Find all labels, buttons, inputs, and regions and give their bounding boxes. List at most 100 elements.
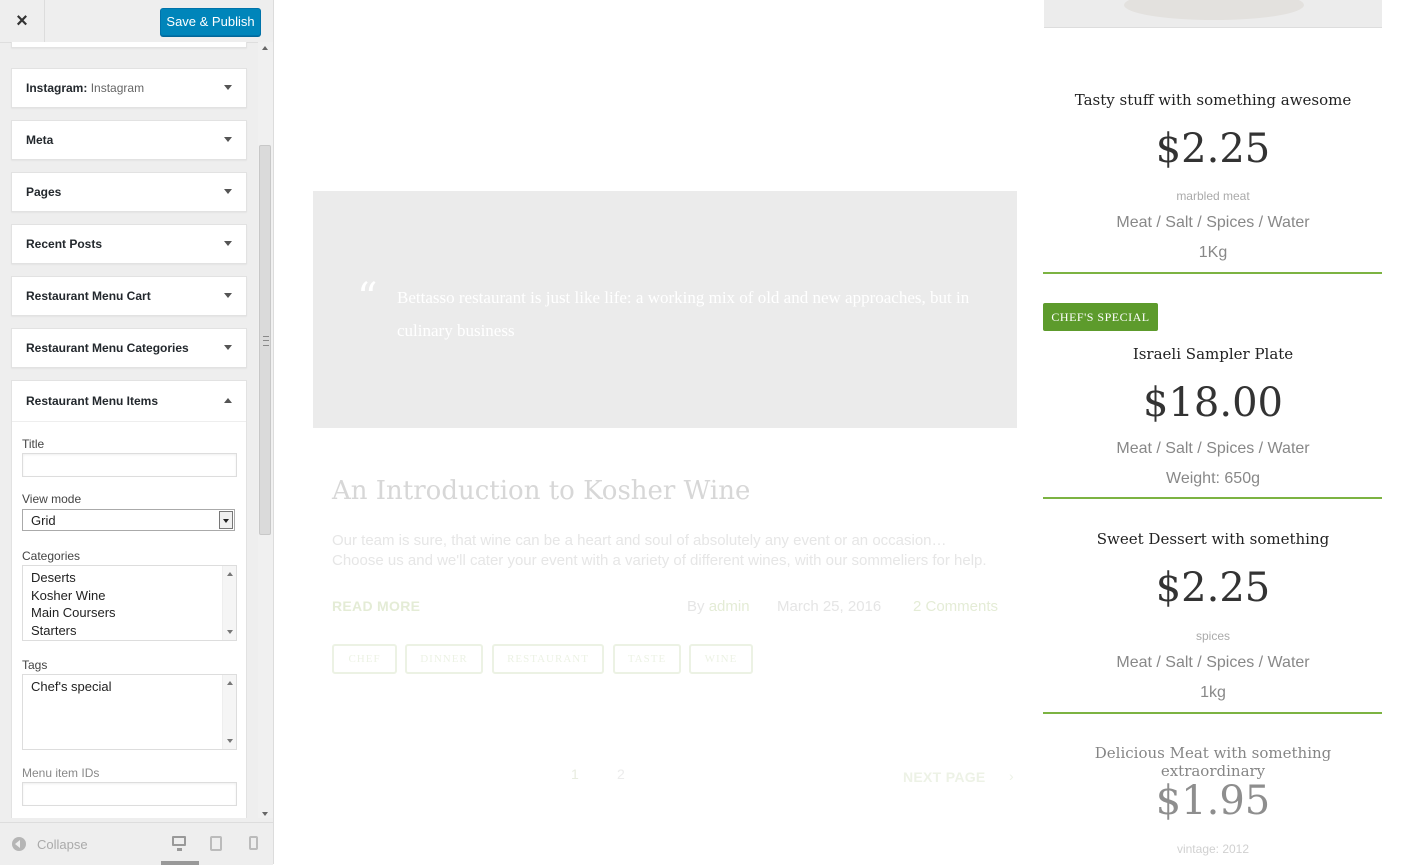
post-title[interactable]: An Introduction to Kosher Wine xyxy=(332,476,750,506)
chevron-up-icon[interactable] xyxy=(224,398,232,403)
widget-restaurant-menu-categories[interactable]: Restaurant Menu Categories xyxy=(11,328,247,368)
desktop-icon[interactable] xyxy=(172,836,186,851)
chevron-down-icon[interactable] xyxy=(224,241,232,246)
chevron-down-icon[interactable] xyxy=(224,345,232,350)
menu-item-ingredients: Meat / Salt / Spices / Water xyxy=(1116,654,1310,671)
chevron-down-icon[interactable] xyxy=(224,293,232,298)
widget-meta[interactable]: Meta xyxy=(11,120,247,160)
menu-item-image xyxy=(1044,0,1382,28)
quote-block: “ Bettasso restaurant is just like life:… xyxy=(313,191,1017,428)
post-excerpt: Our team is sure, that wine can be a hea… xyxy=(332,532,987,569)
post-author: By admin xyxy=(687,598,750,615)
menu-item-ids-label: Menu item IDs xyxy=(22,766,100,780)
widget-recent-posts[interactable]: Recent Posts xyxy=(11,224,247,264)
mobile-icon[interactable] xyxy=(249,836,258,850)
panel-footer: Collapse xyxy=(0,822,273,865)
scroll-down-icon[interactable] xyxy=(262,812,268,816)
widget-title: Restaurant Menu Cart xyxy=(26,289,151,303)
chevron-right-icon[interactable]: › xyxy=(1009,768,1014,784)
tag-taste[interactable]: TASTE xyxy=(613,644,681,674)
listbox-scrollbar[interactable] xyxy=(222,566,236,640)
categories-label: Categories xyxy=(22,549,81,563)
title-label: Title xyxy=(22,437,45,451)
menu-item-divider xyxy=(1043,712,1382,714)
widget-subtitle: Instagram xyxy=(90,81,145,95)
widget-header[interactable]: Restaurant Menu Items xyxy=(12,381,246,422)
widget-restaurant-menu-cart[interactable]: Restaurant Menu Cart xyxy=(11,276,247,316)
menu-item-divider xyxy=(1043,272,1382,274)
chefs-special-badge: CHEF'S SPECIAL xyxy=(1043,303,1158,331)
view-mode-value: Grid xyxy=(31,513,56,528)
collapse-icon[interactable] xyxy=(12,837,26,851)
menu-item-price: $18.00 xyxy=(1143,380,1283,426)
menu-item-name[interactable]: Tasty stuff with something awesome xyxy=(1043,91,1383,109)
panel-header: × Save & Publish xyxy=(0,0,273,43)
textarea-scrollbar[interactable] xyxy=(222,675,236,749)
view-mode-label: View mode xyxy=(22,492,82,506)
category-option[interactable]: Starters xyxy=(31,622,236,640)
chevron-down-icon[interactable] xyxy=(224,85,232,90)
menu-item-price: $1.95 xyxy=(1155,778,1271,824)
widget-title: Restaurant Menu Items xyxy=(26,394,159,408)
tags-textarea[interactable]: Chef's special xyxy=(22,674,237,750)
menu-item-name[interactable]: Delicious Meat with something extraordin… xyxy=(1043,744,1383,780)
menu-item-weight: Weight: 650g xyxy=(1166,470,1260,487)
widget-partial[interactable] xyxy=(11,42,247,48)
menu-item-price: $2.25 xyxy=(1155,565,1271,611)
widget-title: Instagram: xyxy=(26,81,88,95)
menu-item-description: spices xyxy=(1195,629,1230,643)
menu-item-divider xyxy=(1043,497,1382,499)
category-option[interactable]: Kosher Wine xyxy=(31,587,236,605)
read-more-link[interactable]: READ MORE xyxy=(332,598,420,614)
menu-item-price: $2.25 xyxy=(1155,126,1271,172)
pagination-page-2[interactable]: 2 xyxy=(617,766,625,782)
menu-item-weight: 1Kg xyxy=(1198,244,1228,261)
menu-item-ids-input[interactable] xyxy=(22,782,237,806)
panel-scrollbar[interactable] xyxy=(258,42,273,818)
widget-pages[interactable]: Pages xyxy=(11,172,247,212)
tag-restaurant[interactable]: RESTAURANT xyxy=(492,644,604,674)
close-button[interactable]: × xyxy=(0,0,45,42)
chevron-down-icon[interactable] xyxy=(224,189,232,194)
title-input[interactable] xyxy=(22,453,237,477)
widget-title: Pages xyxy=(26,185,62,199)
category-option[interactable]: Deserts xyxy=(31,569,236,587)
menu-item-name[interactable]: Sweet Dessert with something xyxy=(1043,530,1383,548)
view-mode-select[interactable]: Grid xyxy=(22,509,235,531)
collapse-button[interactable]: Collapse xyxy=(37,837,88,852)
tag-chef[interactable]: CHEF xyxy=(332,644,397,674)
scrollbar-thumb[interactable] xyxy=(259,145,271,535)
menu-item-description: marbled meat xyxy=(1176,189,1250,203)
site-preview: “ Bettasso restaurant is just like life:… xyxy=(274,0,1419,864)
chevron-down-icon[interactable] xyxy=(224,137,232,142)
quote-icon: “ xyxy=(357,275,378,321)
menu-item-description: vintage: 2012 xyxy=(1176,842,1250,856)
pagination-page-1[interactable]: 1 xyxy=(571,766,579,782)
category-option[interactable]: Main Coursers xyxy=(31,604,236,622)
post-date[interactable]: March 25, 2016 xyxy=(777,598,881,615)
widget-instagram[interactable]: Instagram: Instagram xyxy=(11,68,247,108)
save-publish-button[interactable]: Save & Publish xyxy=(160,8,261,36)
widget-title: Recent Posts xyxy=(26,237,103,251)
categories-listbox[interactable]: Deserts Kosher Wine Main Coursers Starte… xyxy=(22,565,237,641)
tags-value: Chef's special xyxy=(31,679,112,694)
post-comments-link[interactable]: 2 Comments xyxy=(913,598,998,615)
active-device-indicator xyxy=(161,861,199,865)
dropdown-arrow-icon[interactable] xyxy=(219,511,233,529)
tag-wine[interactable]: WINE xyxy=(689,644,753,674)
author-link[interactable]: admin xyxy=(709,598,750,615)
widget-restaurant-menu-items: Restaurant Menu Items Title View mode Gr… xyxy=(11,380,247,818)
tag-dinner[interactable]: DINNER xyxy=(405,644,483,674)
scroll-up-icon[interactable] xyxy=(262,46,268,50)
tags-label: Tags xyxy=(22,658,48,672)
menu-item-weight: 1kg xyxy=(1200,684,1226,701)
menu-item-name[interactable]: Israeli Sampler Plate xyxy=(1043,345,1383,363)
tablet-icon[interactable] xyxy=(210,836,222,851)
next-page-link[interactable]: NEXT PAGE xyxy=(903,769,986,785)
widget-list: Instagram: Instagram Meta Pages Recent P… xyxy=(0,42,258,818)
widget-title: Meta xyxy=(26,133,54,147)
customizer-panel: × Save & Publish Instagram: Instagram Me… xyxy=(0,0,274,865)
widget-title: Restaurant Menu Categories xyxy=(26,341,189,355)
close-icon: × xyxy=(16,10,28,32)
quote-text: Bettasso restaurant is just like life: a… xyxy=(397,288,970,340)
